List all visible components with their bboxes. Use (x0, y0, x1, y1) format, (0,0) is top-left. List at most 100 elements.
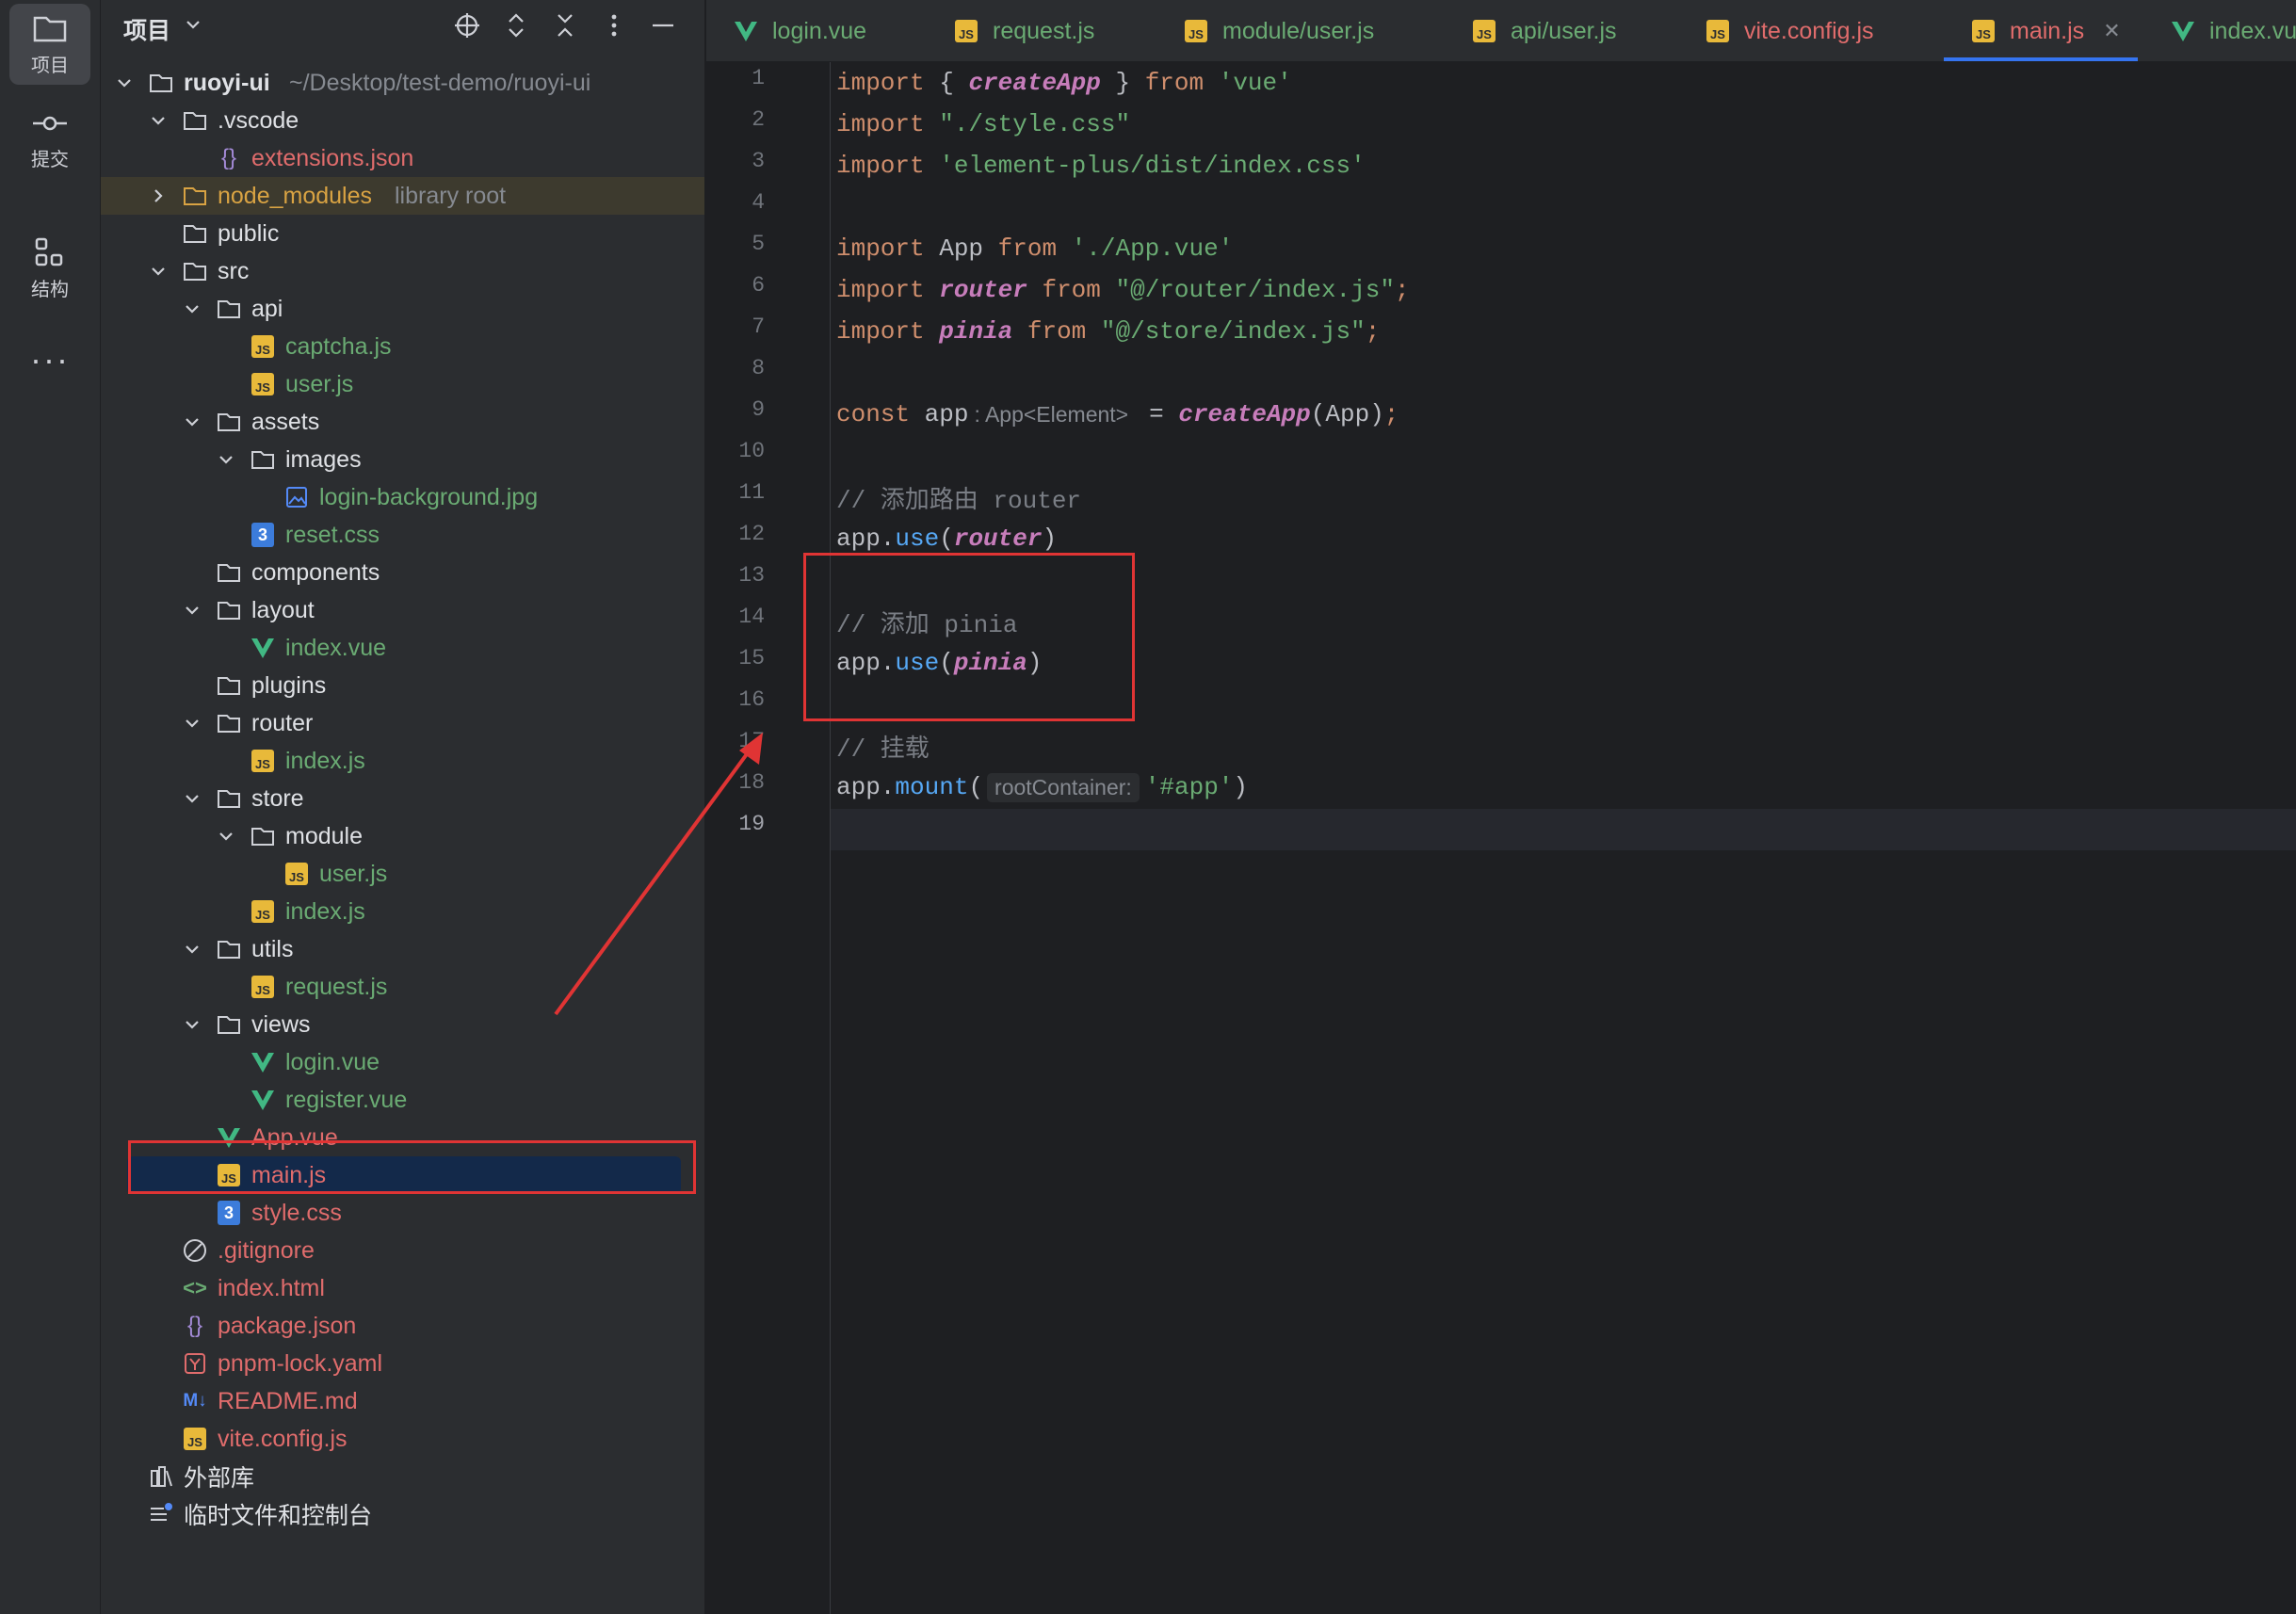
tree-row-package-json[interactable]: {} package.json (101, 1307, 704, 1345)
commit-icon (33, 116, 67, 130)
chevron-down-icon[interactable] (182, 713, 202, 734)
tree-row-layout[interactable]: layout (101, 591, 704, 629)
tree-label-node-modules: node_modules (218, 182, 373, 209)
locate-file-icon[interactable] (453, 11, 481, 40)
punct: ( (968, 773, 984, 801)
tree-row-external-libraries[interactable]: 外部库 (101, 1458, 704, 1495)
tree-row-router-index-js[interactable]: JS index.js (101, 742, 704, 780)
keyword: import (836, 276, 925, 304)
tree-row-style-css[interactable]: 3 style.css (101, 1194, 704, 1232)
tab-api-user-js[interactable]: JS api/user.js (1471, 0, 1617, 61)
tree-row-src[interactable]: src (101, 252, 704, 290)
chevron-down-icon[interactable] (182, 299, 202, 319)
tab-main-js[interactable]: JS main.js ✕ (1944, 0, 2138, 61)
tree-root-path: ~/Desktop/test-demo/ruoyi-ui (289, 69, 591, 96)
tree-label-extensions-json: extensions.json (251, 144, 414, 171)
tree-row-login-vue[interactable]: login.vue (101, 1043, 704, 1081)
html-file-icon: <> (183, 1276, 207, 1299)
tab-module-user-js[interactable]: JS module/user.js (1183, 0, 1374, 61)
tree-row-captcha-js[interactable]: JS captcha.js (101, 328, 704, 365)
tree-row-pnpm-lock[interactable]: pnpm-lock.yaml (101, 1345, 704, 1382)
tree-row-components[interactable]: components (101, 554, 704, 591)
more-icon: ··· (30, 340, 70, 379)
chevron-down-icon[interactable] (216, 826, 236, 847)
line-number: 12 (738, 522, 765, 546)
tree-row-module-user-js[interactable]: JS user.js (101, 855, 704, 893)
project-tool-button[interactable]: 项目 (9, 4, 90, 85)
tab-request-js[interactable]: JS request.js (953, 0, 1094, 61)
js-file-icon: JS (250, 371, 276, 397)
structure-tool-button[interactable]: 结构 (9, 228, 90, 309)
project-panel-title[interactable]: 项目 (123, 12, 170, 46)
chevron-down-icon[interactable] (148, 110, 169, 131)
line-number: 1 (752, 66, 765, 90)
tree-row-extensions-json[interactable]: {} extensions.json (101, 139, 704, 177)
tree-row-index-html[interactable]: <> index.html (101, 1269, 704, 1307)
chevron-down-icon[interactable] (184, 15, 202, 34)
string: "@/store/index.js" (1086, 317, 1366, 346)
options-icon[interactable] (600, 11, 628, 40)
tree-row-store[interactable]: store (101, 780, 704, 817)
tree-row-public[interactable]: public (101, 215, 704, 252)
chevron-down-icon[interactable] (182, 788, 202, 809)
tree-row-plugins[interactable]: plugins (101, 667, 704, 704)
more-tools-button[interactable]: ··· (9, 341, 90, 379)
library-root-hint: library root (395, 182, 507, 209)
tree-row-store-index-js[interactable]: JS index.js (101, 893, 704, 930)
tree-row-root[interactable]: ruoyi-ui ~/Desktop/test-demo/ruoyi-ui (101, 64, 704, 102)
chevron-down-icon[interactable] (216, 449, 236, 470)
tab-login-vue[interactable]: login.vue (733, 0, 866, 61)
code-line-17: // 挂载 (836, 725, 930, 767)
code-line-2: import "./style.css" (836, 104, 1130, 145)
tab-vite-config-js[interactable]: JS vite.config.js (1705, 0, 1874, 61)
tree-row-vscode[interactable]: .vscode (101, 102, 704, 139)
tree-row-api[interactable]: api (101, 290, 704, 328)
chevron-down-icon[interactable] (114, 73, 135, 93)
tab-index-vue[interactable]: index.vu (2170, 0, 2296, 61)
annotation-box-code (803, 553, 1135, 721)
tree-label-request-js: request.js (285, 973, 388, 1000)
tree-label-gitignore: .gitignore (218, 1236, 315, 1264)
tree-row-register-vue[interactable]: register.vue (101, 1081, 704, 1119)
line-number: 18 (738, 770, 765, 795)
keyword: from (1042, 276, 1101, 304)
identifier: createApp (968, 69, 1101, 97)
tree-label-scratches: 临时文件和控制台 (184, 1503, 373, 1529)
chevron-down-icon[interactable] (182, 939, 202, 960)
tree-row-node-modules[interactable]: node_modules library root (101, 177, 704, 215)
chevron-down-icon[interactable] (182, 600, 202, 621)
collapse-all-icon[interactable] (551, 11, 579, 40)
tree-row-views[interactable]: views (101, 1006, 704, 1043)
chevron-right-icon[interactable] (148, 186, 169, 206)
tree-label-router: router (251, 709, 314, 736)
tree-row-utils[interactable]: utils (101, 930, 704, 968)
punct: ( (939, 525, 954, 553)
tree-row-reset-css[interactable]: 3 reset.css (101, 516, 704, 554)
tree-row-scratches[interactable]: 临时文件和控制台 (101, 1495, 704, 1533)
tree-label-external-libraries: 外部库 (184, 1465, 255, 1492)
hide-panel-icon[interactable] (649, 11, 677, 40)
expand-all-icon[interactable] (502, 11, 530, 40)
tree-row-gitignore[interactable]: .gitignore (101, 1232, 704, 1269)
tree-row-request-js[interactable]: JS request.js (101, 968, 704, 1006)
line-number: 3 (752, 149, 765, 173)
chevron-down-icon[interactable] (182, 412, 202, 432)
tree-row-images[interactable]: images (101, 441, 704, 478)
tree-row-login-background[interactable]: login-background.jpg (101, 478, 704, 516)
commit-tool-button[interactable]: 提交 (9, 98, 90, 179)
identifier: App (924, 234, 998, 263)
string: 'element-plus/dist/index.css' (924, 152, 1366, 180)
tree-row-assets[interactable]: assets (101, 403, 704, 441)
tree-label-captcha-js: captcha.js (285, 332, 392, 360)
tree-row-router[interactable]: router (101, 704, 704, 742)
tree-row-vite-config[interactable]: JS vite.config.js (101, 1420, 704, 1458)
tree-row-layout-index-vue[interactable]: index.vue (101, 629, 704, 667)
close-icon[interactable]: ✕ (2103, 19, 2120, 43)
chevron-down-icon[interactable] (148, 261, 169, 282)
chevron-down-icon[interactable] (182, 1014, 202, 1035)
tree-row-readme[interactable]: M↓ README.md (101, 1382, 704, 1420)
tree-row-module[interactable]: module (101, 817, 704, 855)
tree-row-api-user-js[interactable]: JS user.js (101, 365, 704, 403)
line-number: 5 (752, 232, 765, 256)
code-editor[interactable]: import { createApp } from 'vue' import "… (836, 62, 2296, 1614)
